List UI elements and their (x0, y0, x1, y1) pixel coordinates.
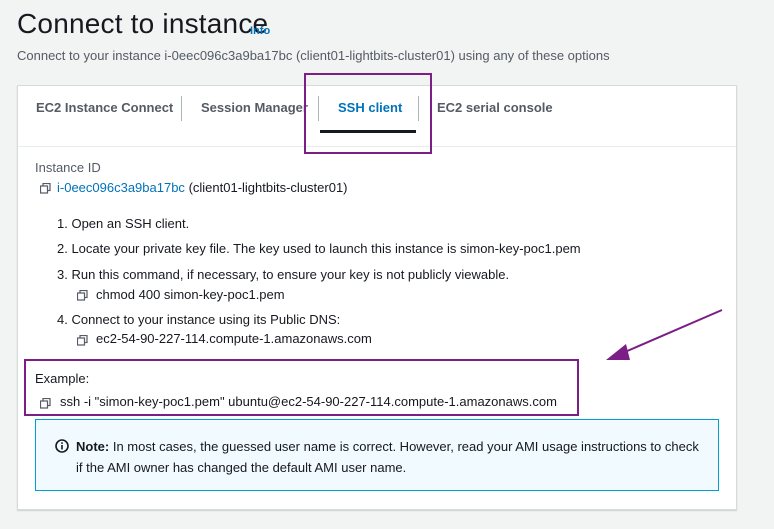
step-4: 4. Connect to your instance using its Pu… (57, 312, 341, 327)
ssh-client-tab-highlight (304, 73, 432, 154)
tab-ec2-instance-connect[interactable]: EC2 Instance Connect (36, 100, 173, 115)
copy-icon[interactable] (40, 183, 51, 194)
page-title: Connect to instance (17, 8, 269, 39)
page-subtitle: Connect to your instance i-0eec096c3a9ba… (17, 48, 610, 63)
info-link[interactable]: Info (250, 25, 270, 37)
tab-ec2-serial-console[interactable]: EC2 serial console (437, 100, 553, 115)
instance-id-link[interactable]: i-0eec096c3a9ba17bc (57, 180, 185, 195)
tab-divider (181, 96, 182, 121)
chmod-command: chmod 400 simon-key-poc1.pem (96, 287, 285, 302)
step-3: 3. Run this command, if necessary, to en… (57, 267, 510, 282)
step-1: 1. Open an SSH client. (57, 216, 190, 231)
note-bold-label: Note: (76, 439, 110, 454)
note-text: Note: In most cases, the guessed user na… (76, 436, 706, 478)
instance-name: (client01-lightbits-cluster01) (188, 180, 348, 195)
copy-icon[interactable] (40, 398, 51, 409)
copy-icon[interactable] (77, 335, 88, 346)
example-ssh-command: ssh -i "simon-key-poc1.pem" ubuntu@ec2-5… (60, 394, 557, 409)
note-body: In most cases, the guessed user name is … (76, 439, 699, 475)
example-label: Example: (35, 371, 90, 386)
instance-id-label: Instance ID (35, 160, 101, 175)
step-2: 2. Locate your private key file. The key… (57, 241, 581, 256)
info-icon (55, 439, 69, 453)
public-dns-value: ec2-54-90-227-114.compute-1.amazonaws.co… (96, 331, 372, 346)
tab-session-manager[interactable]: Session Manager (201, 100, 308, 115)
annotation-arrow-icon (606, 309, 723, 360)
copy-icon[interactable] (77, 290, 88, 301)
